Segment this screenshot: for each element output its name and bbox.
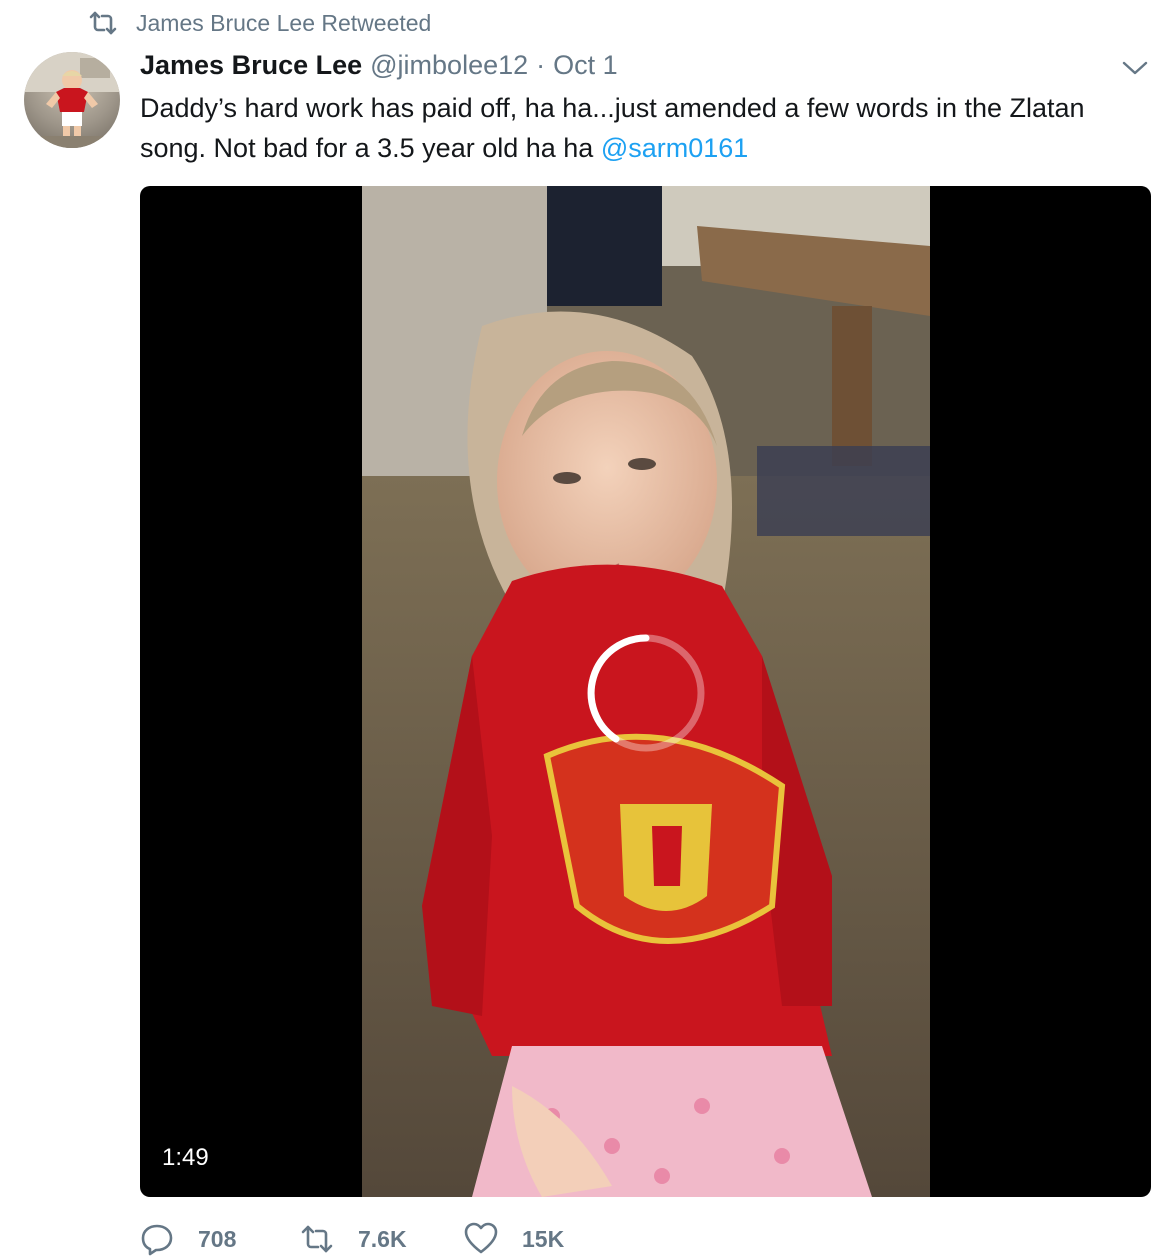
chevron-down-icon[interactable] [1122,58,1148,78]
retweet-count: 7.6K [358,1225,407,1252]
video-duration: 1:49 [162,1144,209,1171]
retweet-icon [301,1225,333,1253]
reply-button[interactable]: 708 [140,1222,300,1256]
mention-link[interactable]: @sarm0161 [601,133,748,163]
tweet-date[interactable]: Oct 1 [553,50,618,81]
tweet-actions: 708 7.6K 15K [140,1222,564,1256]
retweet-icon [89,11,117,35]
author-name[interactable]: James Bruce Lee [140,50,362,81]
heart-icon [464,1222,498,1254]
reply-count: 708 [198,1225,237,1252]
video-player[interactable]: 1:49 [140,186,1151,1197]
avatar[interactable] [24,52,120,148]
tweet-header: James Bruce Lee @jimbolee12 · Oct 1 [140,50,618,81]
tweet-text: Daddy’s hard work has paid off, ha ha...… [140,88,1150,168]
author-handle[interactable]: @jimbolee12 [370,50,528,81]
reply-icon [141,1224,173,1256]
retweet-button[interactable]: 7.6K [300,1222,464,1256]
loading-spinner-icon [587,634,705,752]
retweet-context-label[interactable]: James Bruce Lee Retweeted [136,10,431,37]
retweet-context: James Bruce Lee Retweeted [88,8,431,38]
like-count: 15K [522,1225,565,1252]
separator-dot: · [536,50,546,80]
like-button[interactable]: 15K [464,1222,564,1256]
